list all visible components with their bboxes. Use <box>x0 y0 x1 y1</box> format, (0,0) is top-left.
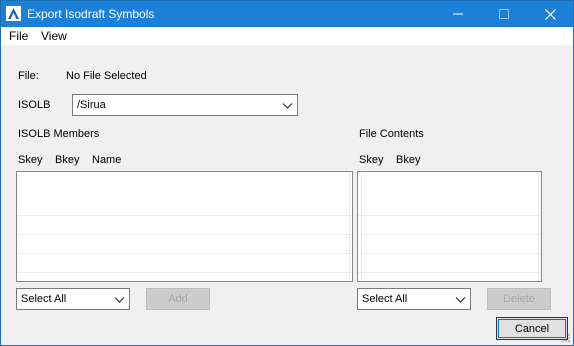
isolb-selected-value: /Sirua <box>77 99 106 111</box>
file-contents-heading: File Contents <box>359 128 424 140</box>
contents-col-skey[interactable]: Skey <box>359 154 383 166</box>
menu-file[interactable]: File <box>9 29 28 43</box>
contents-select-value: Select All <box>362 293 408 305</box>
contents-select-dropdown[interactable]: Select All <box>357 288 471 310</box>
file-value: No File Selected <box>66 70 147 82</box>
menu-view[interactable]: View <box>41 29 67 43</box>
chevron-down-icon <box>114 297 125 303</box>
app-logo-icon <box>6 6 21 21</box>
chevron-down-icon <box>455 297 466 303</box>
delete-button[interactable]: Delete <box>487 288 551 310</box>
file-contents-list[interactable] <box>357 171 542 282</box>
add-button[interactable]: Add <box>146 288 210 310</box>
export-isodraft-dialog: Export Isodraft Symbols File View File: … <box>0 0 574 346</box>
maximize-button[interactable] <box>481 1 527 27</box>
title-bar[interactable]: Export Isodraft Symbols <box>1 1 573 27</box>
contents-col-bkey[interactable]: Bkey <box>396 154 420 166</box>
members-select-dropdown[interactable]: Select All <box>16 288 130 310</box>
close-icon <box>544 8 556 20</box>
isolb-label: ISOLB <box>18 99 51 111</box>
maximize-icon <box>499 9 509 19</box>
isolb-members-list[interactable] <box>16 171 353 282</box>
isolb-members-heading: ISOLB Members <box>18 128 100 140</box>
minimize-button[interactable] <box>435 1 481 27</box>
resize-grip-icon[interactable] <box>561 333 571 343</box>
close-button[interactable] <box>527 1 573 27</box>
window-title: Export Isodraft Symbols <box>27 7 155 21</box>
members-col-bkey[interactable]: Bkey <box>55 154 79 166</box>
file-label: File: <box>18 70 39 82</box>
cancel-button[interactable]: Cancel <box>496 317 568 340</box>
members-col-name[interactable]: Name <box>92 154 121 166</box>
menu-bar: File View <box>1 27 573 45</box>
chevron-down-icon <box>282 103 293 109</box>
isolb-dropdown[interactable]: /Sirua <box>72 94 298 116</box>
members-select-value: Select All <box>21 293 67 305</box>
members-col-skey[interactable]: Skey <box>18 154 42 166</box>
minimize-icon <box>453 13 463 15</box>
